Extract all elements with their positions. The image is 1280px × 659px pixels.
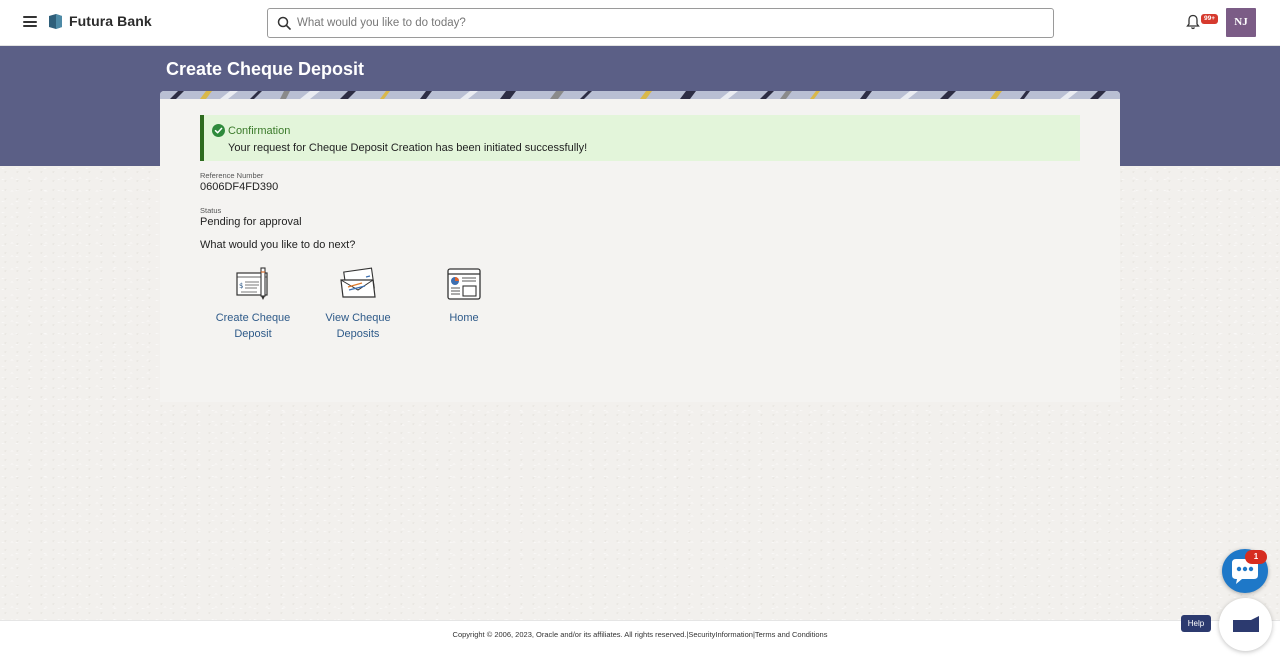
page-footer: Copyright © 2006, 2023, Oracle and/or it…: [0, 620, 1280, 659]
home-label: Home: [449, 312, 479, 324]
terms-and-conditions-link[interactable]: Terms and Conditions: [755, 630, 828, 639]
chat-notification-badge: 1: [1245, 550, 1267, 564]
avatar[interactable]: NJ: [1226, 8, 1256, 37]
help-label[interactable]: Help: [1181, 615, 1211, 632]
footer-text: Copyright © 2006, 2023, Oracle and/or it…: [0, 630, 1280, 639]
confirmation-message: Your request for Cheque Deposit Creation…: [228, 142, 588, 154]
reference-number-value: 0606DF4FD390: [200, 181, 279, 193]
decorative-pattern-strip: [160, 91, 1120, 99]
search-input[interactable]: [297, 14, 1037, 32]
copyright-text: Copyright © 2006, 2023, Oracle and/or it…: [452, 630, 687, 639]
home-link[interactable]: Home: [419, 267, 509, 326]
search-bar[interactable]: [267, 8, 1054, 38]
notification-badge: 99+: [1201, 14, 1218, 24]
create-cheque-deposit-label-line2: Deposit: [234, 328, 272, 340]
bank-logo-icon: [49, 13, 62, 29]
view-cheque-deposits-link[interactable]: View Cheque Deposits: [313, 267, 403, 342]
confirmation-alert: Confirmation Your request for Cheque Dep…: [200, 115, 1080, 161]
top-header: Futura Bank 99+ NJ: [0, 0, 1280, 46]
bell-icon[interactable]: [1186, 14, 1200, 30]
security-information-link[interactable]: SecurityInformation: [688, 630, 753, 639]
page-title: Create Cheque Deposit: [166, 59, 365, 79]
confirmation-card: Confirmation Your request for Cheque Dep…: [160, 91, 1120, 402]
help-chat-icon: [1233, 616, 1259, 632]
svg-text:$: $: [239, 282, 243, 290]
dashboard-icon: [447, 268, 481, 300]
check-circle-icon: [212, 124, 225, 137]
help-widget[interactable]: [1219, 598, 1272, 651]
search-icon: [277, 16, 291, 30]
create-cheque-deposit-link[interactable]: $ Create Cheque Deposit: [208, 267, 298, 342]
cheque-envelope-icon: [340, 267, 376, 298]
view-cheque-deposits-label-line1: View Cheque: [325, 312, 391, 324]
create-cheque-deposit-label-line1: Create Cheque: [215, 312, 291, 324]
next-steps-prompt: What would you like to do next?: [200, 239, 356, 251]
reference-number-label: Reference Number: [200, 171, 264, 180]
bank-logo[interactable]: Futura Bank: [48, 13, 152, 29]
status-value: Pending for approval: [200, 216, 302, 228]
view-cheque-deposits-label-line2: Deposits: [336, 328, 380, 340]
status-label: Status: [200, 206, 222, 215]
bank-name: Futura Bank: [69, 13, 152, 29]
confirmation-title: Confirmation: [228, 125, 291, 137]
menu-icon[interactable]: [23, 16, 37, 27]
cheque-pen-icon: $: [236, 267, 268, 300]
